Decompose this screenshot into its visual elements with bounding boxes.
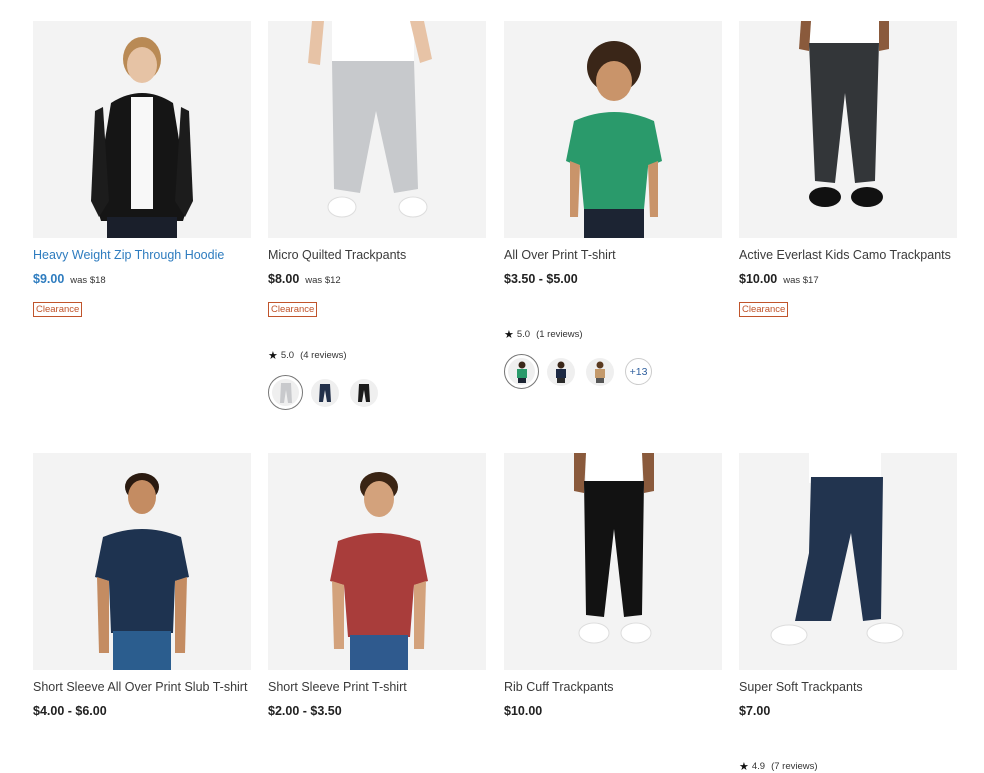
- product-card[interactable]: Short Sleeve All Over Print Slub T-shirt…: [33, 453, 251, 718]
- product-title[interactable]: All Over Print T-shirt: [504, 248, 722, 262]
- product-price: $4.00 - $6.00: [33, 704, 107, 718]
- swatch-green[interactable]: [504, 354, 539, 389]
- product-rating: ★ 5.0 (4 reviews): [268, 349, 347, 362]
- product-price: $2.00 - $3.50: [268, 704, 342, 718]
- clearance-badge: Clearance: [268, 302, 318, 317]
- product-title[interactable]: Micro Quilted Trackpants: [268, 248, 486, 262]
- more-colours-button[interactable]: +13: [625, 358, 652, 385]
- rating-value: 5.0: [516, 329, 531, 340]
- product-price: $9.00: [33, 272, 65, 286]
- was-price: was $12: [305, 275, 341, 286]
- review-count[interactable]: (7 reviews): [771, 761, 817, 772]
- colour-swatches: [268, 375, 389, 410]
- product-price: $10.00: [739, 272, 778, 286]
- colour-swatches: +13: [504, 354, 652, 389]
- product-image-rib-cuff-trackpants[interactable]: [504, 453, 722, 670]
- was-price: was $18: [70, 275, 106, 286]
- clearance-badge: Clearance: [33, 302, 83, 317]
- product-image-camo-trackpants[interactable]: [739, 21, 957, 238]
- swatch-navy[interactable]: [547, 357, 575, 386]
- product-title[interactable]: Short Sleeve All Over Print Slub T-shirt: [33, 680, 251, 694]
- swatch-grey[interactable]: [268, 375, 303, 410]
- product-image-slub-tshirt[interactable]: [33, 453, 251, 670]
- product-image-hoodie[interactable]: [33, 21, 251, 238]
- product-card[interactable]: All Over Print T-shirt $3.50 - $5.00 ★ 5…: [504, 21, 722, 401]
- star-icon: ★: [268, 350, 278, 362]
- was-price: was $17: [783, 275, 819, 286]
- product-rating: ★ 5.0 (1 reviews): [504, 328, 583, 341]
- product-card[interactable]: Active Everlast Kids Camo Trackpants $10…: [739, 21, 957, 317]
- rating-value: 4.9: [751, 761, 766, 772]
- product-card[interactable]: Super Soft Trackpants $7.00 ★ 4.9 (7 rev…: [739, 453, 957, 773]
- clearance-badge: Clearance: [739, 302, 789, 317]
- product-image-trackpants[interactable]: [268, 21, 486, 238]
- swatch-navy[interactable]: [311, 378, 339, 407]
- swatch-tan[interactable]: [586, 357, 614, 386]
- product-price: $8.00: [268, 272, 300, 286]
- review-count[interactable]: (1 reviews): [536, 329, 582, 340]
- product-title[interactable]: Active Everlast Kids Camo Trackpants: [739, 248, 957, 262]
- product-price: $3.50 - $5.00: [504, 272, 578, 286]
- product-rating: ★ 4.9 (7 reviews): [739, 760, 818, 773]
- product-title[interactable]: Short Sleeve Print T-shirt: [268, 680, 486, 694]
- star-icon: ★: [504, 329, 514, 341]
- product-image-print-tshirt[interactable]: [268, 453, 486, 670]
- product-title[interactable]: Rib Cuff Trackpants: [504, 680, 722, 694]
- product-price: $10.00: [504, 704, 543, 718]
- product-card[interactable]: Micro Quilted Trackpants $8.00 was $12 C…: [268, 21, 486, 421]
- product-card[interactable]: Rib Cuff Trackpants $10.00: [504, 453, 722, 718]
- star-icon: ★: [739, 761, 749, 773]
- product-image-super-soft-trackpants[interactable]: [739, 453, 957, 670]
- swatch-black[interactable]: [350, 378, 378, 407]
- product-card[interactable]: Short Sleeve Print T-shirt $2.00 - $3.50: [268, 453, 486, 718]
- product-card[interactable]: Heavy Weight Zip Through Hoodie $9.00 wa…: [33, 21, 251, 317]
- rating-value: 5.0: [280, 350, 295, 361]
- review-count[interactable]: (4 reviews): [300, 350, 346, 361]
- product-price: $7.00: [739, 704, 771, 718]
- product-title[interactable]: Heavy Weight Zip Through Hoodie: [33, 248, 251, 262]
- product-image-tshirt[interactable]: [504, 21, 722, 238]
- product-title[interactable]: Super Soft Trackpants: [739, 680, 957, 694]
